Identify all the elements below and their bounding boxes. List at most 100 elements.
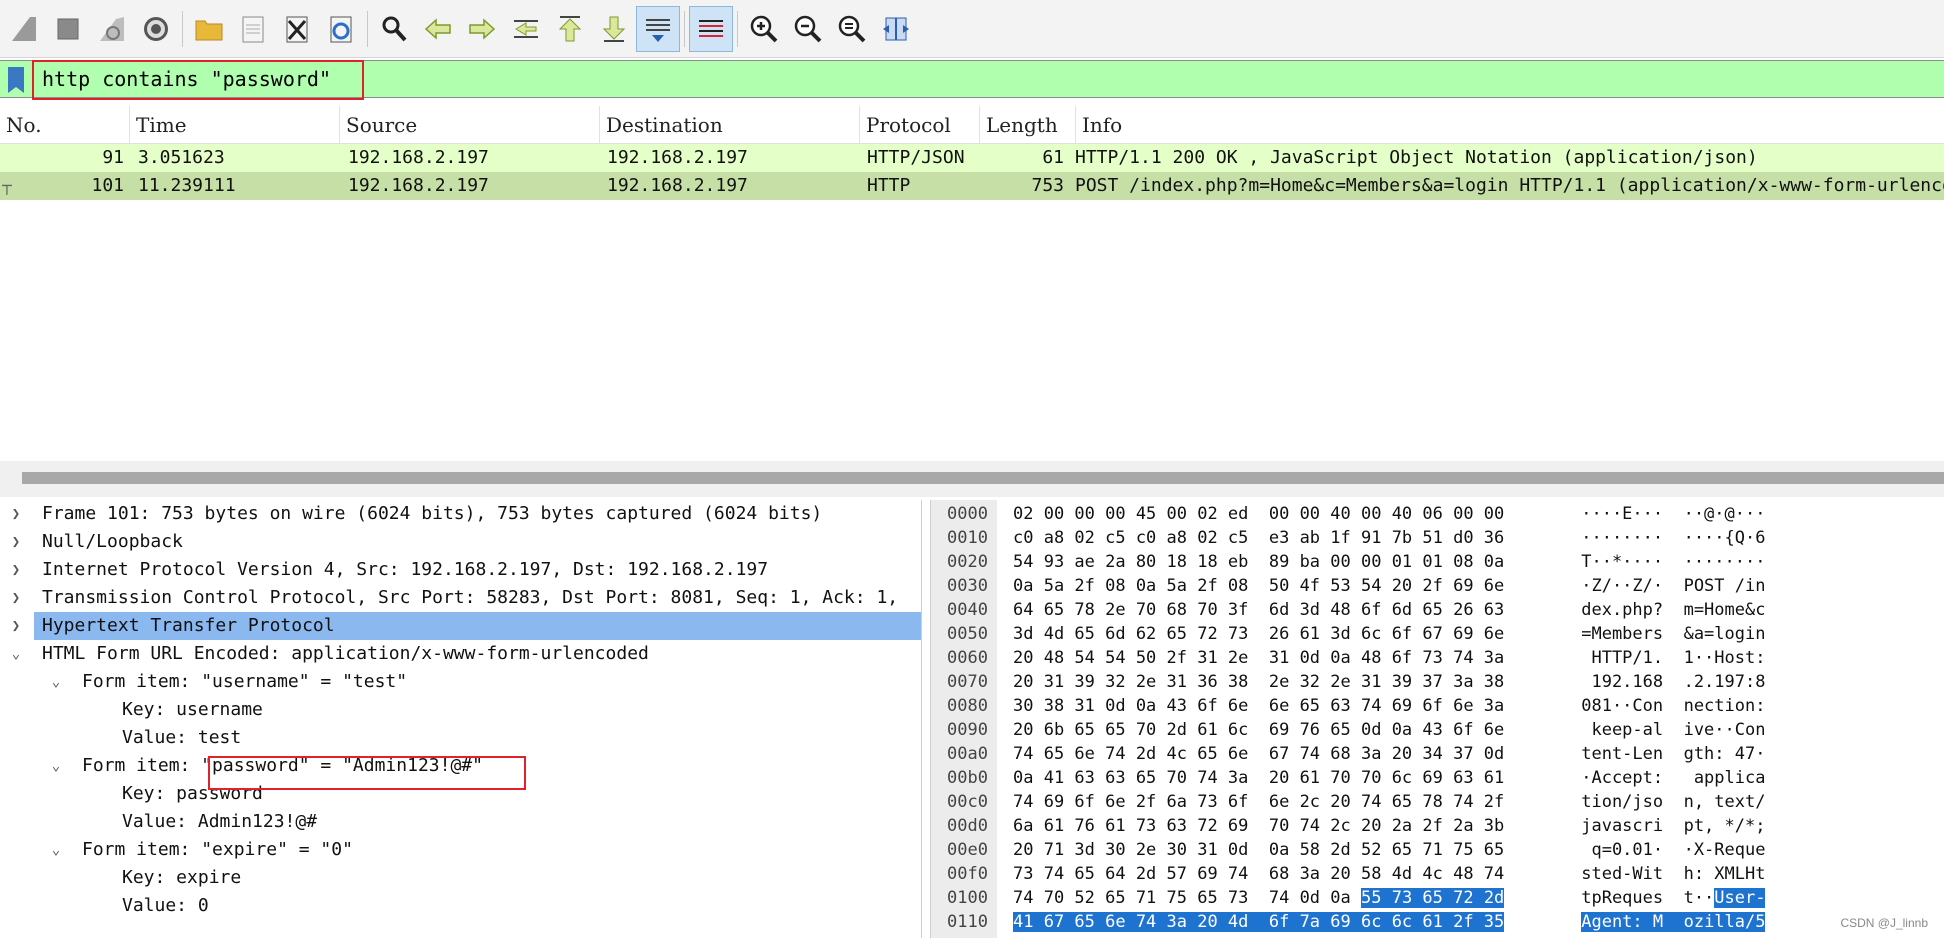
byte-hex[interactable]: 74 70 52 65 71 75 65 73 74 0d 0a 55 73 6… [1013, 886, 1505, 910]
tree-item-frame[interactable]: ❯ Frame 101: 753 bytes on wire (6024 bit… [0, 500, 921, 528]
byte-row[interactable]: 0010 c0 a8 02 c5 c0 a8 02 c5 e3 ab 1f 91 … [931, 526, 1944, 550]
column-header-no[interactable]: No. [0, 106, 130, 144]
byte-row[interactable]: 0080 30 38 31 0d 0a 43 6f 6e 6e 65 63 74 … [931, 694, 1944, 718]
byte-row[interactable]: 0030 0a 5a 2f 08 0a 5a 2f 08 50 4f 53 54 … [931, 574, 1944, 598]
byte-row[interactable]: 00c0 74 69 6f 6e 2f 6a 73 6f 6e 2c 20 74 … [931, 790, 1944, 814]
pane-splitter[interactable] [0, 461, 1944, 497]
close-file-button[interactable] [275, 6, 319, 52]
byte-row[interactable]: 0090 20 6b 65 65 70 2d 61 6c 69 76 65 0d … [931, 718, 1944, 742]
tree-item-value[interactable]: Value: 0 [0, 892, 921, 920]
byte-ascii[interactable]: dex.php? m=Home&c [1571, 598, 1765, 622]
tree-item-value[interactable]: Value: test [0, 724, 921, 752]
byte-hex[interactable]: 0a 5a 2f 08 0a 5a 2f 08 50 4f 53 54 20 2… [1013, 574, 1504, 598]
colorize-button[interactable] [689, 5, 733, 52]
byte-hex[interactable]: 20 6b 65 65 70 2d 61 6c 69 76 65 0d 0a 4… [1013, 718, 1504, 742]
byte-hex[interactable]: 30 38 31 0d 0a 43 6f 6e 6e 65 63 74 69 6… [1013, 694, 1504, 718]
byte-hex[interactable]: c0 a8 02 c5 c0 a8 02 c5 e3 ab 1f 91 7b 5… [1013, 526, 1504, 550]
byte-row[interactable]: 0070 20 31 39 32 2e 31 36 38 2e 32 2e 31 … [931, 670, 1944, 694]
go-forward-button[interactable] [460, 6, 504, 52]
packet-row[interactable]: ┬ 101 11.239111 192.168.2.197 192.168.2.… [0, 172, 1944, 200]
chevron-down-icon[interactable]: ⌄ [48, 668, 64, 696]
byte-hex[interactable]: 20 31 39 32 2e 31 36 38 2e 32 2e 31 39 3… [1013, 670, 1504, 694]
byte-ascii[interactable]: tent-Len gth: 47· [1571, 742, 1765, 766]
chevron-down-icon[interactable]: ⌄ [48, 752, 64, 780]
go-back-button[interactable] [416, 6, 460, 52]
reload-file-button[interactable] [319, 6, 363, 52]
tree-item-form-urlencoded[interactable]: ⌄ HTML Form URL Encoded: application/x-w… [0, 640, 921, 668]
go-to-packet-button[interactable] [504, 6, 548, 52]
column-header-destination[interactable]: Destination [600, 106, 860, 144]
byte-ascii[interactable]: tion/jso n, text/ [1571, 790, 1765, 814]
tree-item-value[interactable]: Value: Admin123!@# [0, 808, 921, 836]
tree-item-form-password[interactable]: ⌄ Form item: "password" = "Admin123!@#" [0, 752, 921, 780]
column-header-source[interactable]: Source [340, 106, 600, 144]
zoom-in-button[interactable] [742, 6, 786, 52]
byte-ascii[interactable]: ····E··· ··@·@··· [1571, 502, 1765, 526]
tree-item-key[interactable]: Key: password [0, 780, 921, 808]
normal-size-button[interactable] [830, 6, 874, 52]
byte-hex[interactable]: 74 65 6e 74 2d 4c 65 6e 67 74 68 3a 20 3… [1013, 742, 1504, 766]
zoom-out-button[interactable] [786, 6, 830, 52]
byte-row[interactable]: 00f0 73 74 65 64 2d 57 69 74 68 3a 20 58 … [931, 862, 1944, 886]
byte-ascii[interactable]: ·Z/··Z/· POST /in [1571, 574, 1765, 598]
column-header-info[interactable]: Info [1076, 106, 1944, 144]
byte-ascii[interactable]: T··*···· ········ [1571, 550, 1765, 574]
byte-row[interactable]: 0040 64 65 78 2e 70 68 70 3f 6d 3d 48 6f … [931, 598, 1944, 622]
byte-row[interactable]: 0000 02 00 00 00 45 00 02 ed 00 00 40 00 … [931, 502, 1944, 526]
byte-ascii[interactable]: 192.168 .2.197:8 [1571, 670, 1765, 694]
byte-ascii[interactable]: 081··Con nection: [1571, 694, 1765, 718]
tree-item-form-expire[interactable]: ⌄ Form item: "expire" = "0" [0, 836, 921, 864]
byte-row[interactable]: 00b0 0a 41 63 63 65 70 74 3a 20 61 70 70 … [931, 766, 1944, 790]
column-header-time[interactable]: Time [130, 106, 340, 144]
byte-ascii[interactable]: ·Accept: applica [1571, 766, 1765, 790]
byte-hex[interactable]: 54 93 ae 2a 80 18 18 eb 89 ba 00 00 01 0… [1013, 550, 1504, 574]
chevron-right-icon[interactable]: ❯ [8, 612, 24, 640]
byte-ascii[interactable]: keep-al ive··Con [1571, 718, 1765, 742]
byte-hex[interactable]: 20 71 3d 30 2e 30 31 0d 0a 58 2d 52 65 7… [1013, 838, 1504, 862]
byte-row[interactable]: 0100 74 70 52 65 71 75 65 73 74 0d 0a 55 … [931, 886, 1944, 910]
byte-row[interactable]: 00d0 6a 61 76 61 73 63 72 69 70 74 2c 20 … [931, 814, 1944, 838]
byte-ascii[interactable]: ········ ····{Q·6 [1571, 526, 1765, 550]
capture-options-button[interactable] [134, 6, 178, 52]
horizontal-scrollbar[interactable] [22, 472, 1944, 484]
display-filter-input[interactable] [32, 62, 1940, 96]
tree-item-tcp[interactable]: ❯ Transmission Control Protocol, Src Por… [0, 584, 921, 612]
go-last-packet-button[interactable] [592, 6, 636, 52]
save-file-button[interactable] [231, 6, 275, 52]
byte-row[interactable]: 0110 41 67 65 6e 74 3a 20 4d 6f 7a 69 6c … [931, 910, 1944, 934]
byte-row[interactable]: 00a0 74 65 6e 74 2d 4c 65 6e 67 74 68 3a … [931, 742, 1944, 766]
tree-item-key[interactable]: Key: expire [0, 864, 921, 892]
chevron-right-icon[interactable]: ❯ [8, 556, 24, 584]
column-header-length[interactable]: Length [980, 106, 1076, 144]
byte-hex[interactable]: 3d 4d 65 6d 62 65 72 73 26 61 3d 6c 6f 6… [1013, 622, 1504, 646]
restart-capture-button[interactable] [90, 6, 134, 52]
byte-ascii[interactable]: Agent: M ozilla/5 [1571, 910, 1766, 934]
byte-ascii[interactable]: sted-Wit h: XMLHt [1571, 862, 1765, 886]
byte-hex[interactable]: 02 00 00 00 45 00 02 ed 00 00 40 00 40 0… [1013, 502, 1504, 526]
start-capture-button[interactable] [2, 6, 46, 52]
byte-row[interactable]: 0020 54 93 ae 2a 80 18 18 eb 89 ba 00 00 … [931, 550, 1944, 574]
byte-hex[interactable]: 0a 41 63 63 65 70 74 3a 20 61 70 70 6c 6… [1013, 766, 1504, 790]
chevron-down-icon[interactable]: ⌄ [8, 640, 24, 668]
resize-columns-button[interactable] [874, 6, 918, 52]
tree-item-null-loopback[interactable]: ❯ Null/Loopback [0, 528, 921, 556]
chevron-right-icon[interactable]: ❯ [8, 528, 24, 556]
chevron-right-icon[interactable]: ❯ [8, 500, 24, 528]
byte-ascii[interactable]: tpReques t··User- [1571, 886, 1766, 910]
byte-hex[interactable]: 6a 61 76 61 73 63 72 69 70 74 2c 20 2a 2… [1013, 814, 1504, 838]
open-file-button[interactable] [187, 6, 231, 52]
tree-item-ipv4[interactable]: ❯ Internet Protocol Version 4, Src: 192.… [0, 556, 921, 584]
tree-item-http[interactable]: ❯ Hypertext Transfer Protocol [12, 612, 921, 640]
byte-ascii[interactable]: javascri pt, */*; [1571, 814, 1765, 838]
chevron-down-icon[interactable]: ⌄ [48, 836, 64, 864]
column-header-protocol[interactable]: Protocol [860, 106, 980, 144]
byte-row[interactable]: 0060 20 48 54 54 50 2f 31 2e 31 0d 0a 48 … [931, 646, 1944, 670]
go-first-packet-button[interactable] [548, 6, 592, 52]
byte-row[interactable]: 0050 3d 4d 65 6d 62 65 72 73 26 61 3d 6c … [931, 622, 1944, 646]
bookmark-icon[interactable] [8, 67, 24, 93]
tree-item-key[interactable]: Key: username [0, 696, 921, 724]
byte-hex[interactable]: 20 48 54 54 50 2f 31 2e 31 0d 0a 48 6f 7… [1013, 646, 1504, 670]
find-packet-button[interactable] [372, 6, 416, 52]
chevron-right-icon[interactable]: ❯ [8, 584, 24, 612]
byte-hex[interactable]: 64 65 78 2e 70 68 70 3f 6d 3d 48 6f 6d 6… [1013, 598, 1504, 622]
